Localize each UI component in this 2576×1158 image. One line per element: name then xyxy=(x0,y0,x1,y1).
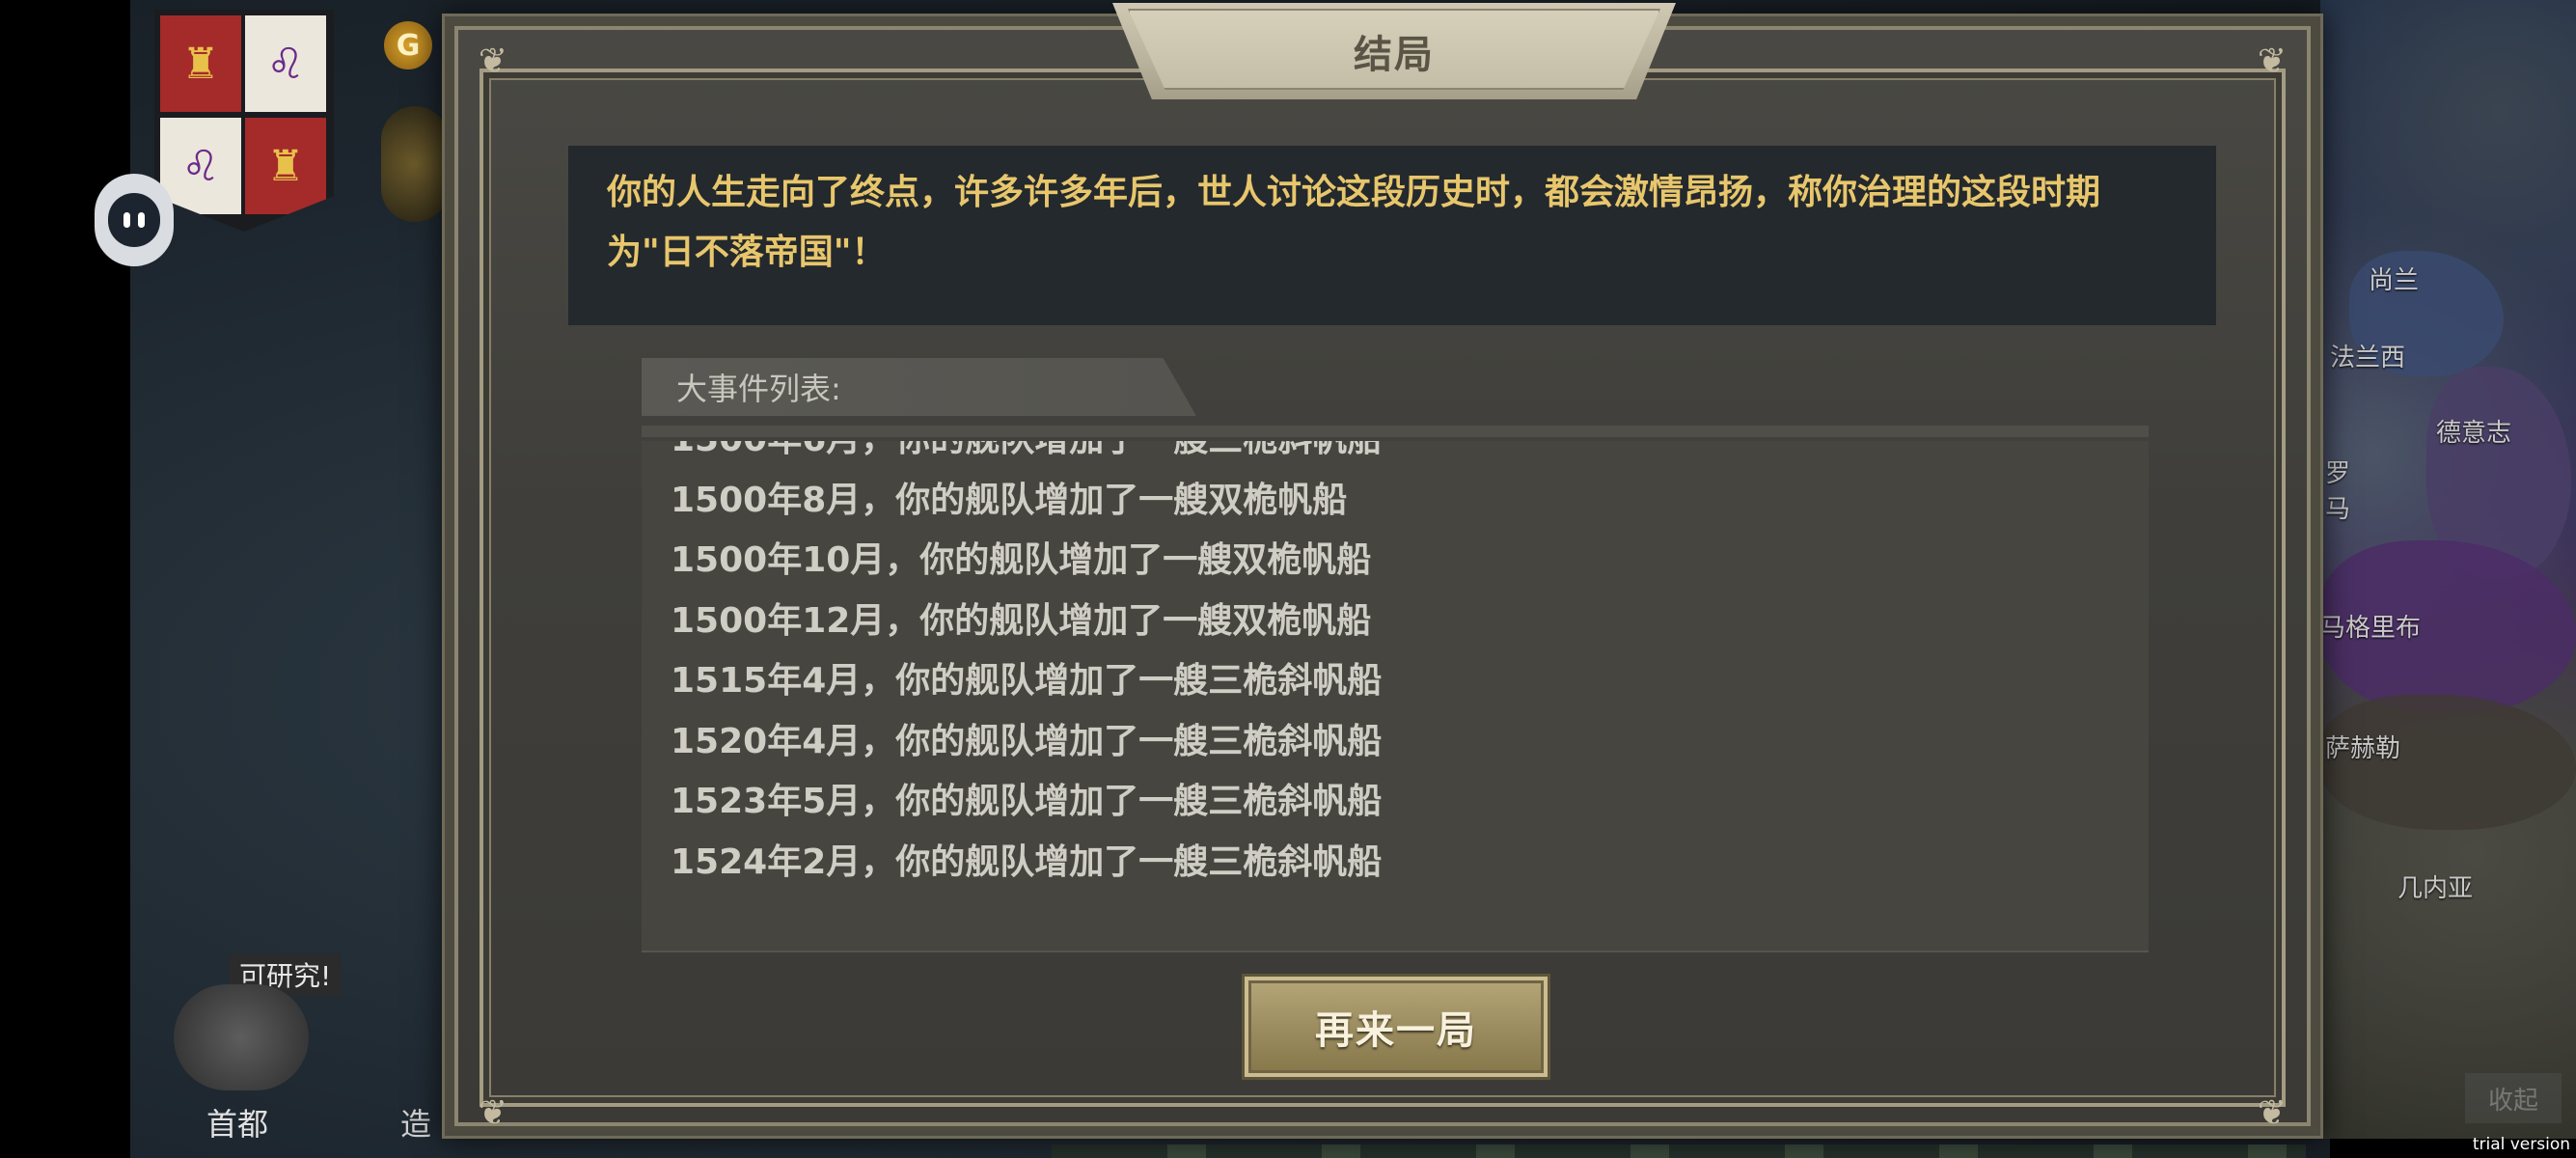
map-label: 几内亚 xyxy=(2398,874,2474,903)
map-label: 法兰西 xyxy=(2330,344,2406,372)
event-row: 1524年2月，你的舰队增加了一艘三桅斜帆船 xyxy=(671,841,1383,882)
castle-icon: ♜ xyxy=(160,15,241,112)
gold-coin-icon[interactable]: G xyxy=(384,21,432,69)
lion-icon: ♌ xyxy=(160,118,241,214)
event-row: 1500年12月，你的舰队增加了一艘双桅帆船 xyxy=(671,600,1372,641)
world-map[interactable]: 尚兰 法兰西 德意志 罗马 马格里布 萨赫勒 几内亚 xyxy=(2320,0,2576,1139)
assistant-bot-icon[interactable] xyxy=(95,174,174,266)
bottom-toolbar xyxy=(1052,1144,2306,1158)
castle-icon: ♜ xyxy=(245,118,326,214)
event-row: 1500年8月，你的舰队增加了一艘双桅帆船 xyxy=(671,480,1348,520)
event-row: 1520年4月，你的舰队增加了一艘三桅斜帆船 xyxy=(671,721,1383,761)
lion-icon: ♌ xyxy=(245,15,326,112)
corner-ornament-icon: ❦ xyxy=(478,1092,508,1133)
title-plate: 结局 xyxy=(1112,3,1676,99)
collapse-button[interactable]: 收起 xyxy=(2465,1073,2562,1123)
event-row: 1500年10月，你的舰队增加了一艘双桅帆船 xyxy=(671,540,1372,580)
ending-dialog: ❦ ❦ ❦ ❦ 结局 你的人生走向了终点，许多许多年后，世人讨论这段历史时，都会… xyxy=(442,3,2323,1139)
capital-label[interactable]: 首都 xyxy=(206,1100,268,1144)
corner-ornament-icon: ❦ xyxy=(478,41,508,81)
play-again-button[interactable]: 再来一局 xyxy=(1242,974,1550,1080)
map-label: 萨赫勒 xyxy=(2325,734,2401,763)
divider xyxy=(642,426,2149,437)
map-label: 罗马 xyxy=(2325,459,2351,524)
map-label: 马格里布 xyxy=(2320,614,2422,643)
corner-ornament-icon: ❦ xyxy=(2257,41,2288,81)
capital-building-icon[interactable] xyxy=(174,984,309,1090)
coat-of-arms[interactable]: ♜ ♌ ♌ ♜ xyxy=(154,10,334,232)
events-list-header: 大事件列表: xyxy=(642,358,1196,416)
event-row: 1523年5月，你的舰队增加了一艘三桅斜帆船 xyxy=(671,782,1383,821)
dialog-title: 结局 xyxy=(1354,33,1435,77)
laurel-emblem-icon[interactable] xyxy=(381,106,449,222)
events-header-label: 大事件列表: xyxy=(676,371,841,407)
build-label[interactable]: 造 xyxy=(400,1100,431,1144)
ending-message-box: 你的人生走向了终点，许多许多年后，世人讨论这段历史时，都会激情昂扬，称你治理的这… xyxy=(568,146,2216,325)
game-screen: 尚兰 法兰西 德意志 罗马 马格里布 萨赫勒 几内亚 收起 trial vers… xyxy=(0,0,2576,1158)
trial-watermark: trial version xyxy=(2472,1135,2570,1154)
event-row: 1500年6月，你的舰队增加了一艘三桅斜帆船 xyxy=(671,441,1382,471)
event-row: 1515年4月，你的舰队增加了一艘三桅斜帆船 xyxy=(671,661,1383,701)
events-track: 1500年6月，你的舰队增加了一艘三桅斜帆船 1500年8月，你的舰队增加了一艘双… xyxy=(671,441,1382,893)
map-label: 德意志 xyxy=(2436,419,2512,448)
map-label: 尚兰 xyxy=(2369,266,2420,295)
play-again-label: 再来一局 xyxy=(1315,1008,1477,1053)
corner-ornament-icon: ❦ xyxy=(2257,1092,2288,1133)
events-scroll-list[interactable]: 1500年6月，你的舰队增加了一艘三桅斜帆船 1500年8月，你的舰队增加了一艘双… xyxy=(642,441,2149,952)
ending-message: 你的人生走向了终点，许多许多年后，世人讨论这段历史时，都会激情昂扬，称你治理的这… xyxy=(607,173,2101,272)
